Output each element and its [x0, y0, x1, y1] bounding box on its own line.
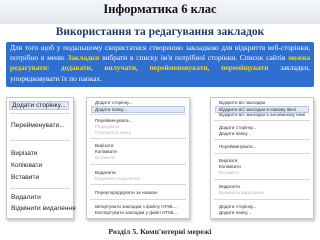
menu-item-paste[interactable]: Вставити [219, 170, 239, 175]
menu-item-rename[interactable]: Перейменувати... [11, 122, 65, 129]
menu-item-add-folder-2[interactable]: Додати папку... [219, 210, 251, 215]
menu-separator [214, 179, 310, 180]
menu-item-copy[interactable]: Копіювати [219, 164, 241, 169]
context-menu-left: Додати сторінку... Перейменувати... Вирі… [6, 97, 76, 219]
menu-item-copy[interactable]: Копіювати [95, 149, 117, 154]
menu-item-rename[interactable]: Перейменувати... [219, 144, 256, 149]
page-header: Інформатика 6 клас [0, 0, 320, 24]
menu-item-add-folder[interactable]: Додати папку... [91, 106, 185, 113]
menu-separator [10, 188, 70, 189]
menu-item-add-folder[interactable]: Додати папку... [219, 131, 251, 136]
menu-item-cut[interactable]: Вирізати [11, 150, 37, 157]
menu-item-cut[interactable]: Вирізати [219, 158, 237, 163]
menu-item-undo-delete[interactable]: Відмінити видалення [95, 176, 140, 181]
menu-item-edit[interactable]: Редагувати [95, 124, 119, 129]
menu-item-open-all-incognito[interactable]: Відкрити всі закладки в анонімному вікні [219, 112, 305, 117]
menu-item-import-html[interactable]: Імпортувати закладки з файлу HTML... [95, 204, 178, 209]
menu-item-paste[interactable]: Вставити [11, 174, 39, 181]
menu-item-delete[interactable]: Видалити [219, 184, 240, 189]
page-title: Інформатика 6 клас [103, 2, 217, 16]
menu-item-undo-delete[interactable]: Відмінити видалення [219, 190, 264, 195]
menu-item-copy[interactable]: Копіювати [11, 162, 42, 169]
menu-separator [214, 139, 310, 140]
menu-separator [90, 164, 186, 165]
menu-separator [90, 114, 186, 115]
menu-item-add-page[interactable]: Додати сторінку... [219, 125, 256, 130]
description-text-2: вибрати в списку ім'я потрібної сторінки… [99, 53, 289, 63]
menu-separator [10, 140, 70, 141]
page-footer: Розділ 5. Комп'ютерні мережі [108, 227, 212, 236]
menu-item-add-page-2[interactable]: Додати сторінку... [219, 204, 256, 209]
description-highlight-bookmarks: Закладки [67, 53, 100, 63]
context-menu-middle: Додати сторінку... Додати папку... Перей… [86, 97, 190, 219]
menu-item-rename[interactable]: Перейменувати... [95, 118, 132, 123]
menu-item-add-page[interactable]: Додати сторінку... [9, 101, 69, 110]
menu-item-show-in-folder[interactable]: Показати в папці [95, 130, 131, 135]
menu-item-paste[interactable]: Вставити [95, 155, 115, 160]
section-heading: Використання та редагування закладок [55, 26, 265, 38]
description-highlight-actions: додавати, вилучати, перейменовувати, пер… [60, 63, 269, 73]
menu-separator [214, 153, 310, 154]
menu-separator [214, 120, 310, 121]
menu-separator [90, 199, 186, 200]
menu-item-add-page[interactable]: Додати сторінку... [95, 100, 132, 105]
menu-item-undo-delete[interactable]: Відмінити видалення [11, 205, 76, 212]
menu-separator [90, 184, 186, 185]
menu-item-cut[interactable]: Вирізати [95, 143, 113, 148]
menu-separator [214, 199, 310, 200]
menu-separator [90, 138, 186, 139]
context-menu-right: Відкрити всі закладки Відкрити всі закла… [210, 97, 314, 219]
description-text-3: : [47, 63, 61, 73]
description-box: Для того щоб у подальшому скористатися с… [6, 42, 314, 87]
menu-item-delete[interactable]: Видалити [11, 194, 41, 201]
menu-item-open-all[interactable]: Відкрити всі закладки [219, 100, 265, 105]
menu-separator [10, 113, 70, 114]
menu-item-delete[interactable]: Видалити [95, 170, 116, 175]
menu-item-sort-by-name[interactable]: Переупорядкувати за назвою [95, 190, 158, 195]
menu-item-export-html[interactable]: Експортувати закладки у файл HTML... [95, 210, 178, 215]
